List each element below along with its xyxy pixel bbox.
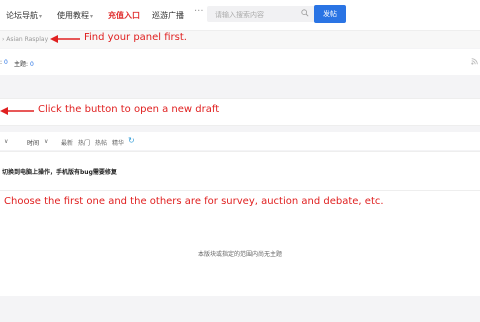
search-icon[interactable] bbox=[301, 9, 309, 17]
filter-hot-posts[interactable]: 热帖 bbox=[95, 138, 107, 147]
breadcrumb[interactable]: › Asian Rasplay bbox=[2, 36, 48, 43]
stat-threads: 主题: 0 bbox=[14, 61, 34, 68]
filter-latest[interactable]: 最新 bbox=[61, 138, 73, 147]
empty-message: 本版块或指定的范围内尚无主题 bbox=[197, 251, 282, 258]
post-button[interactable]: 发帖 bbox=[314, 5, 346, 23]
refresh-icon[interactable]: ↻ bbox=[128, 136, 135, 145]
more-menu-icon[interactable]: ··· bbox=[194, 6, 204, 17]
nav-forum-guide[interactable]: 论坛导航▾ bbox=[6, 10, 42, 21]
rss-icon[interactable] bbox=[471, 58, 478, 65]
filter-hot[interactable]: 热门 bbox=[78, 138, 90, 147]
annotation-open-draft: Click the button to open a new draft bbox=[38, 104, 220, 115]
chevron-down-icon: ▾ bbox=[39, 13, 43, 20]
nav-tutorial[interactable]: 使用教程▾ bbox=[57, 10, 93, 21]
annotation-find-panel: Find your panel first. bbox=[84, 32, 187, 43]
filter-time[interactable]: 时间 bbox=[27, 138, 39, 147]
filter-toggle[interactable]: ∨ bbox=[4, 138, 8, 145]
annotation-choose-type: Choose the first one and the others are … bbox=[4, 196, 384, 207]
arrow-left-icon bbox=[0, 107, 34, 115]
thread-title[interactable]: 切换到电脑上操作，手机版有bug需要修复 bbox=[2, 167, 117, 176]
filter-featured[interactable]: 精华 bbox=[112, 138, 124, 147]
chevron-down-icon: ▾ bbox=[90, 13, 94, 20]
search-placeholder: 请输入搜索内容 bbox=[215, 11, 264, 19]
search-input[interactable]: 请输入搜索内容 bbox=[207, 6, 315, 22]
filter-time-dropdown[interactable]: ∨ bbox=[44, 138, 48, 145]
stat-today: : 0 bbox=[0, 59, 8, 66]
nav-broadcast[interactable]: 巡游广播 bbox=[152, 10, 184, 21]
arrow-left-icon bbox=[50, 35, 80, 43]
nav-recharge[interactable]: 充值入口 bbox=[108, 10, 140, 21]
forum-info-panel bbox=[0, 49, 480, 75]
